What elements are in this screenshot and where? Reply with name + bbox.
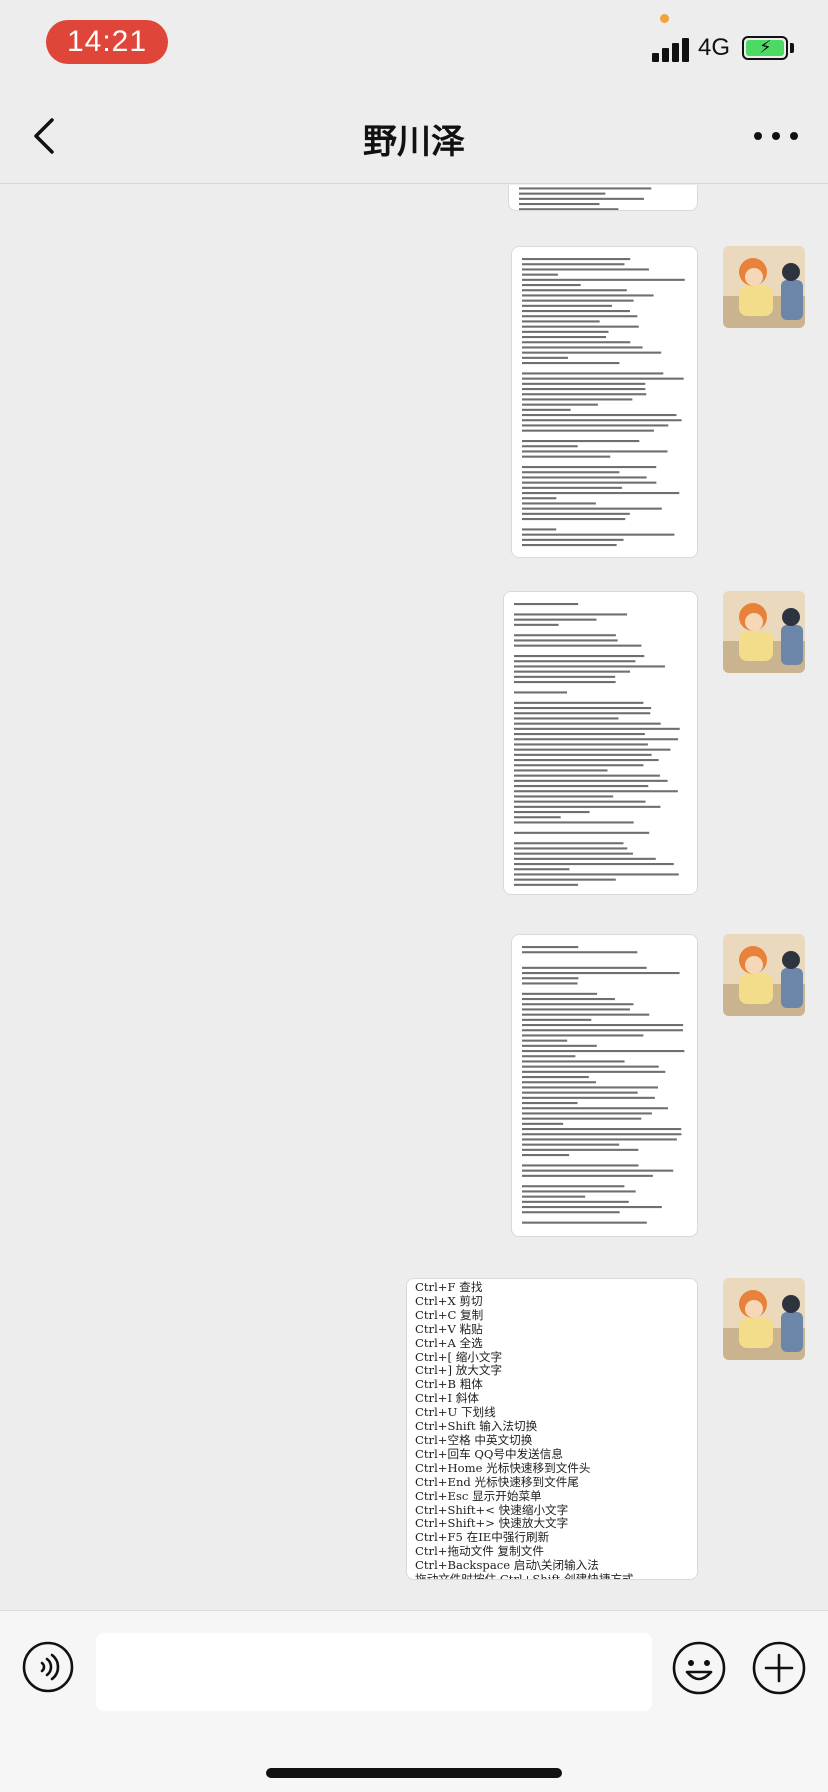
text-message-line: Ctrl+A 全选: [415, 1335, 483, 1350]
status-time: 14:21: [46, 20, 168, 64]
avatar[interactable]: [723, 246, 805, 328]
text-message-line: Ctrl+Home 光标快速移到文件头: [415, 1460, 591, 1475]
chat-area[interactable]: Ctrl+F 查找 Ctrl+X 剪切 Ctrl+C 复制 Ctrl+V 粘贴 Ctrl…: [0, 185, 828, 1610]
image-message[interactable]: [511, 246, 698, 558]
text-message-line: Ctrl+Backspace 启动\关闭输入法: [415, 1558, 599, 1573]
more-button[interactable]: [748, 112, 804, 160]
text-message-line: Ctrl+[ 缩小文字: [415, 1349, 503, 1364]
text-message-line: Ctrl+C 复制: [415, 1307, 484, 1322]
avatar-image: [723, 246, 805, 328]
avatar-image: [723, 591, 805, 673]
input-bar: [0, 1610, 828, 1792]
avatar[interactable]: [723, 1278, 805, 1360]
text-message-line: Ctrl+F5 在IE中强行刷新: [415, 1530, 550, 1545]
text-message-line: Ctrl+回车 QQ号中发送信息: [415, 1446, 563, 1461]
text-message-lines: Ctrl+F 查找 Ctrl+X 剪切 Ctrl+C 复制 Ctrl+V 粘贴 Ctrl…: [415, 1280, 689, 1580]
screenshot-text-thumbnail: [519, 187, 652, 210]
emoji-icon: [672, 1641, 726, 1695]
home-indicator: [266, 1768, 562, 1778]
text-message-line: Ctrl+End 光标快速移到文件尾: [415, 1474, 579, 1489]
text-message-line: Ctrl+Shift+< 快速缩小文字: [415, 1502, 569, 1517]
avatar-image: [723, 1278, 805, 1360]
text-message-line: Ctrl+拖动文件 复制文件: [415, 1544, 544, 1559]
text-message-line: Ctrl+I 斜体: [415, 1391, 479, 1406]
privacy-indicator-dot: [660, 14, 669, 23]
voice-icon: [22, 1641, 74, 1693]
plus-icon: [752, 1641, 806, 1695]
text-message-line: Ctrl+U 下划线: [415, 1405, 496, 1420]
text-message[interactable]: Ctrl+F 查找 Ctrl+X 剪切 Ctrl+C 复制 Ctrl+V 粘贴 Ctrl…: [406, 1278, 698, 1580]
battery-icon: ⚡: [742, 36, 788, 60]
text-message-line: Ctrl+F 查找: [415, 1280, 483, 1294]
message-input[interactable]: [96, 1633, 652, 1711]
plus-button[interactable]: [752, 1641, 806, 1695]
screenshot-text-thumbnail: [522, 258, 685, 547]
network-type: 4G: [698, 34, 731, 61]
text-message-line: Ctrl+V 粘贴: [415, 1321, 483, 1336]
voice-button[interactable]: [22, 1641, 74, 1693]
avatar[interactable]: [723, 591, 805, 673]
text-message-line: Ctrl+Shift 输入法切换: [415, 1419, 538, 1434]
chat-title: 野川泽: [363, 122, 465, 162]
text-message-line: Ctrl+Esc 显示开始菜单: [415, 1488, 542, 1503]
more-dots-icon: [754, 132, 798, 140]
text-message-line: Ctrl+] 放大文字: [415, 1363, 503, 1378]
screenshot-text-thumbnail: [522, 946, 685, 1224]
nav-bar: 野川泽: [0, 88, 828, 184]
battery-cap: [790, 43, 794, 53]
text-message-line: Ctrl+B 粗体: [415, 1377, 483, 1392]
image-message[interactable]: [508, 185, 698, 211]
text-message-line: Ctrl+X 剪切: [415, 1293, 483, 1308]
text-message-line: Ctrl+空格 中英文切换: [415, 1432, 533, 1447]
image-message[interactable]: [503, 591, 698, 895]
status-bar: 14:21 4G ⚡: [0, 0, 828, 88]
signal-icon: [652, 36, 692, 62]
text-message-line: Ctrl+Shift+> 快速放大文字: [415, 1516, 569, 1531]
avatar-image: [723, 934, 805, 1016]
avatar[interactable]: [723, 934, 805, 1016]
text-message-line: 拖动文件时按住 Ctrl+Shift 创建快捷方式: [415, 1572, 634, 1580]
image-message[interactable]: [511, 934, 698, 1237]
emoji-button[interactable]: [672, 1641, 726, 1695]
screenshot-text-thumbnail: [514, 603, 680, 886]
